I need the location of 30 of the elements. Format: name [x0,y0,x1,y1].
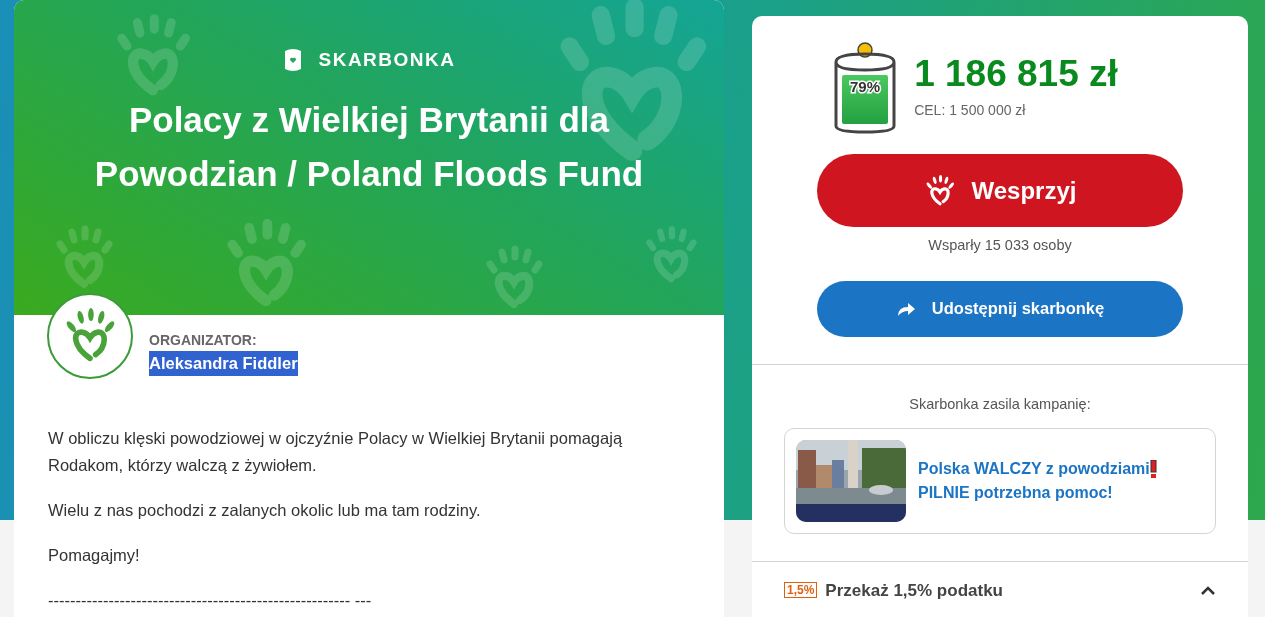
exclamation-icon [1149,459,1157,478]
tax-badge: 1,5% [784,582,818,599]
badge-label: SKARBONKA [318,48,456,72]
campaign-title[interactable]: Polska WALCZY z powodziami [918,456,1150,481]
goal-amount: CEL: 1 500 000 zł [914,101,1027,120]
share-button[interactable]: Udostępnij skarbonkę [817,280,1183,337]
description-paragraph: Wielu z nas pochodzi z zalanych okolic lub ma tam rodziny. [48,500,482,521]
campaign-label: Skarbonka zasila kampanię: [908,394,1092,414]
hand-heart-icon [56,225,113,288]
description-paragraph: Pomagajmy! [48,545,141,566]
page-title: Polacy z Wielkiej Brytanii dla Powodzian / Poland Floods Fund [93,98,645,195]
hand-heart-icon [560,0,707,161]
organizer-label: ORGANIZATOR: [149,331,258,350]
hand-heart-icon [117,14,191,96]
hand-heart-icon [646,225,697,283]
description-paragraph: ------------------------------------------------------- --- [48,590,373,611]
hand-heart-icon [227,218,306,307]
support-button[interactable]: Wesprzyj [817,154,1183,227]
campaign-subtitle[interactable]: PILNIE potrzebna pomoc! [918,480,1157,505]
tax-label[interactable]: Przekaż 1,5% podatku [825,577,1003,603]
chevron-icon[interactable] [1200,585,1216,596]
supporters-count: Wsparły 15 033 osoby [927,236,1073,255]
organizer-name[interactable]: Aleksandra Fiddler [149,351,298,376]
campaign-card[interactable]: Polska WALCZY z powodziami PILNIE potrzebna pomoc! [784,427,1216,534]
hand-heart-icon [486,245,543,308]
share-arrow-icon [895,300,916,317]
amount-raised: 1 186 815 zł [914,55,1118,92]
piggy-bank-icon [282,47,303,74]
progress-percent: 79% [850,78,881,95]
description-paragraph: W obliczu klęski powodziowej w ojczyźnie Polacy w Wielkiej Brytanii pomagają Rodakom, którzy walczą z żywiołem. [48,428,624,476]
